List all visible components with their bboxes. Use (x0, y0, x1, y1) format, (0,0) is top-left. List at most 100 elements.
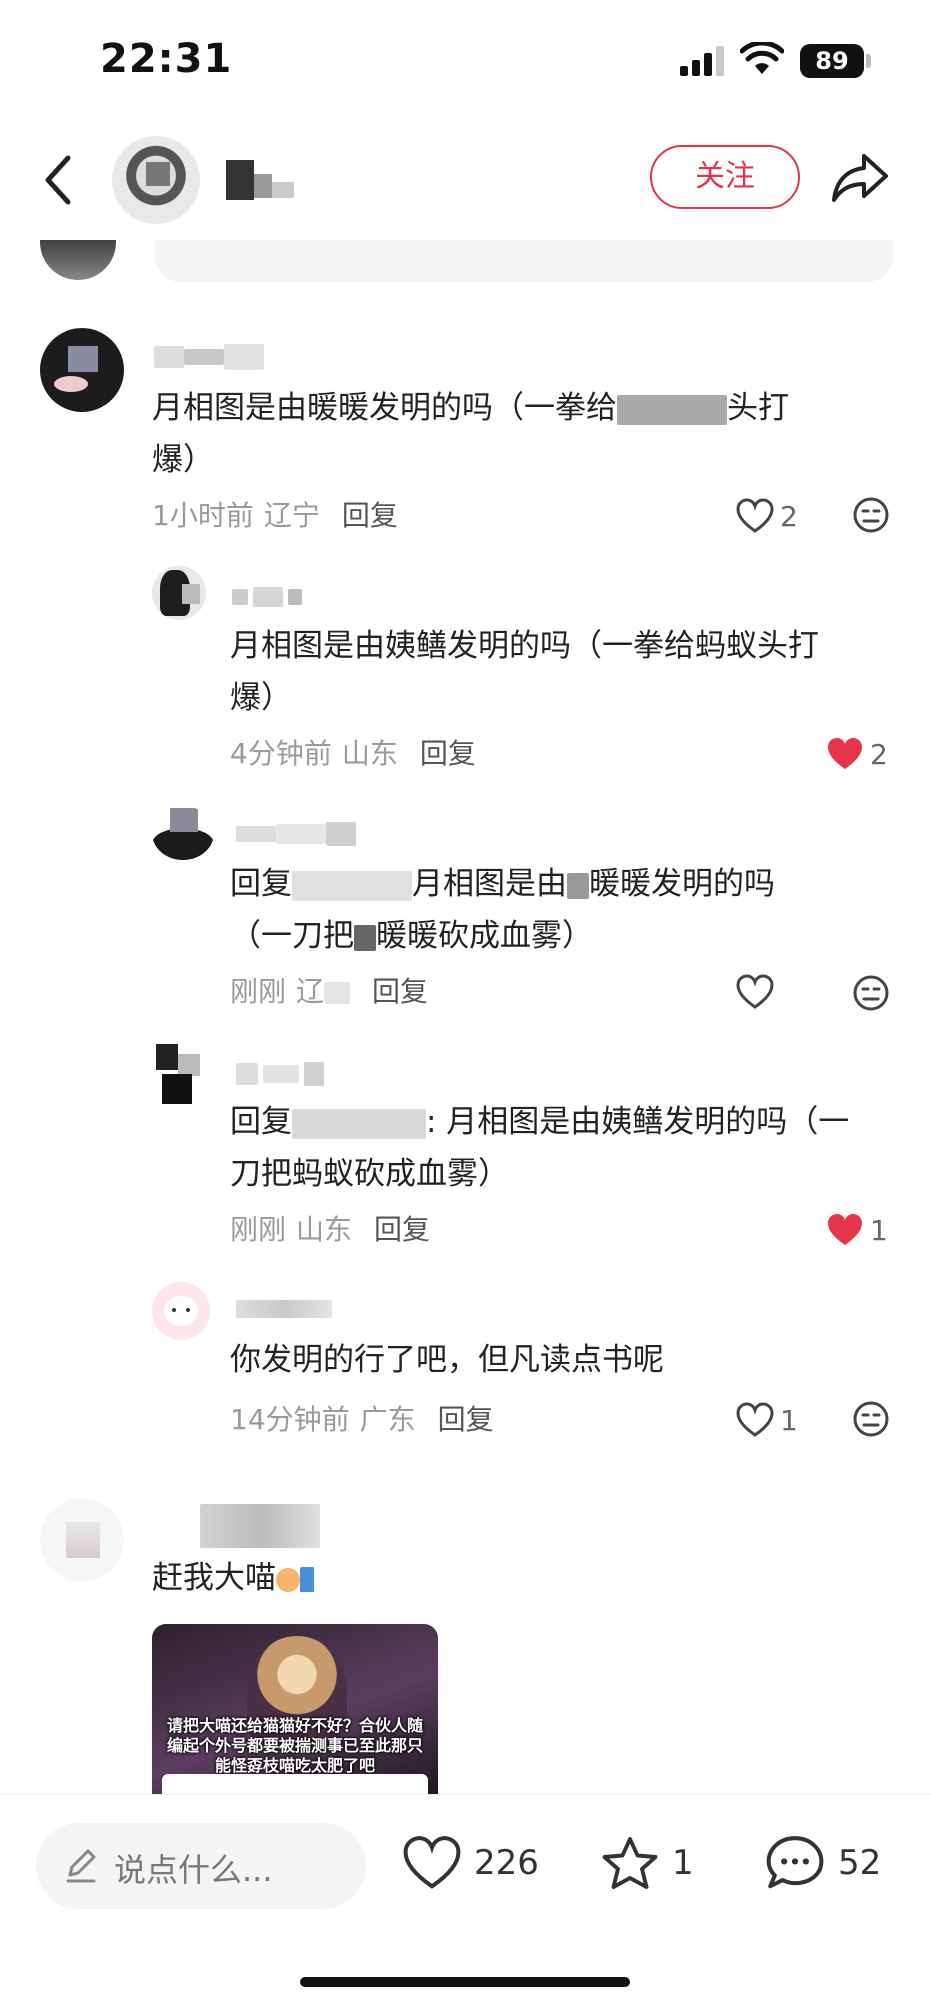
post-comment-button[interactable]: 52 (764, 1831, 881, 1895)
redaction-block (154, 346, 184, 368)
like-button[interactable]: 1 (736, 1400, 798, 1440)
avatar-mosaic (162, 1074, 192, 1104)
comment-text-part: 回复 (230, 1104, 292, 1140)
reply-button[interactable]: 回复 (342, 499, 398, 532)
like-button[interactable]: 2 (736, 496, 798, 536)
avatar-mosaic (156, 1044, 178, 1070)
reply-button[interactable]: 回复 (420, 737, 476, 770)
avatar-detail (152, 828, 214, 860)
emoji-sticker (300, 1566, 314, 1592)
comment-image[interactable]: 请把大喵还给猫猫好不好？合伙人随编起个外号都要被揣测事已至此那只能怪孬枝喵吃太肥… (152, 1624, 438, 1796)
battery-indicator: 89 (800, 44, 864, 78)
heart-filled-icon (828, 1214, 862, 1245)
post-like-count: 226 (474, 1843, 539, 1883)
share-icon[interactable] (830, 150, 890, 206)
post-like-button[interactable]: 226 (402, 1831, 539, 1895)
avatar-mosaic (178, 1054, 200, 1076)
bottom-action-bar: 说点什么... 226 1 52 (0, 1794, 930, 2012)
comment-region: 辽宁 (263, 499, 320, 532)
like-button[interactable] (736, 972, 780, 1012)
comment-text-part: 爆） (230, 680, 292, 716)
redaction-block (184, 349, 224, 365)
commenter-avatar[interactable] (152, 1044, 206, 1108)
partial-avatar (40, 236, 116, 280)
heart-outline-icon (736, 1402, 774, 1437)
post-header: 关注 (0, 120, 930, 240)
comment-text-part: 赶我大喵 (152, 1560, 276, 1592)
avatar-detail (164, 1296, 198, 1326)
redaction-block (292, 1108, 426, 1139)
comment-text-part: 你发明的行了吧，但凡读点书呢 (230, 1342, 664, 1378)
comment-meta: 刚刚 山东 回复 (230, 1208, 430, 1248)
comment-region: 山东 (341, 737, 398, 770)
author-name-redacted[interactable] (226, 160, 316, 200)
commenter-avatar[interactable] (152, 1282, 210, 1340)
comment-text: 回复: 月相图是由姨鳝发明的吗（一 刀把蚂蚁砍成血雾） (230, 1096, 900, 1200)
comment-text-part: 暖暖发明的吗 (589, 866, 775, 902)
commenter-avatar[interactable] (152, 566, 206, 620)
comment-text: 你发明的行了吧，但凡读点书呢 (230, 1334, 890, 1386)
redaction-block (324, 982, 351, 1004)
comment-text: 月相图是由姨鳝发明的吗（一拳给蚂蚁头打 爆） (230, 620, 890, 724)
like-button[interactable]: 1 (826, 1210, 888, 1250)
heart-filled-icon (828, 738, 862, 769)
like-count: 1 (780, 1403, 798, 1437)
comment-text: 回复 月相图是由 暖暖发明的吗 （一刀把 暖暖砍成血雾） (230, 858, 890, 962)
post-comment-count: 52 (838, 1843, 882, 1883)
redaction-block (567, 872, 589, 899)
commenter-avatar[interactable] (152, 806, 214, 860)
redaction-block (254, 174, 272, 198)
post-favorite-button[interactable]: 1 (600, 1831, 694, 1895)
comment-text-part: 回复 (230, 866, 292, 902)
avatar-detail (172, 1308, 176, 1312)
comment-time: 刚刚 (230, 975, 287, 1008)
commenter-name-redacted[interactable] (236, 822, 366, 852)
avatar-mosaic (146, 162, 170, 186)
commenter-avatar[interactable] (40, 1498, 124, 1582)
like-count: 2 (870, 737, 888, 771)
commenter-name-redacted[interactable] (154, 344, 284, 374)
dislike-face-icon[interactable] (852, 974, 890, 1012)
status-bar: 22:31 89 (0, 0, 930, 120)
dislike-face-icon[interactable] (852, 496, 890, 534)
follow-button[interactable]: 关注 (650, 145, 800, 209)
commenter-name-redacted[interactable] (200, 1504, 320, 1550)
image-paper (162, 1774, 428, 1796)
avatar-mosaic (170, 808, 198, 832)
redaction-block (272, 182, 294, 198)
commenter-name-redacted[interactable] (232, 586, 352, 616)
comment-time: 刚刚 (230, 1213, 287, 1246)
comment-input[interactable]: 说点什么... (36, 1823, 366, 1909)
redaction-block (304, 1062, 325, 1086)
comment-region: 山东 (296, 1213, 353, 1246)
cellular-signal-icon (680, 46, 724, 76)
heart-outline-icon (736, 974, 774, 1009)
reply-button[interactable]: 回复 (438, 1403, 494, 1436)
comment-input-remnant[interactable] (155, 236, 893, 282)
dislike-face-icon[interactable] (852, 1400, 890, 1438)
avatar-detail (54, 376, 88, 392)
like-button[interactable]: 2 (826, 734, 888, 774)
star-outline-icon (602, 1837, 658, 1889)
comment-region: 广东 (359, 1403, 416, 1436)
emoji-sticker (276, 1567, 300, 1592)
redaction-block (236, 1299, 332, 1318)
reply-button[interactable]: 回复 (374, 1213, 430, 1246)
comment-text: 赶我大喵 (152, 1552, 552, 1592)
commenter-name-redacted[interactable] (236, 1298, 336, 1328)
comment-text-part: 头打 (727, 390, 789, 426)
comment-text-part: 刀把蚂蚁砍成血雾） (230, 1156, 509, 1192)
like-count: 2 (780, 499, 798, 533)
commenter-avatar[interactable] (40, 328, 124, 412)
comment-bubble-icon (766, 1836, 824, 1889)
reply-button[interactable]: 回复 (372, 975, 428, 1008)
avatar-mosaic (68, 346, 98, 372)
avatar-detail (186, 1308, 190, 1312)
redaction-block (232, 588, 248, 605)
back-arrow-icon[interactable] (36, 150, 86, 210)
commenter-name-redacted[interactable] (236, 1062, 356, 1092)
heart-outline-icon (736, 498, 774, 533)
author-avatar[interactable] (112, 136, 200, 224)
redaction-block (326, 822, 356, 846)
comment-time: 14分钟前 (230, 1403, 350, 1436)
